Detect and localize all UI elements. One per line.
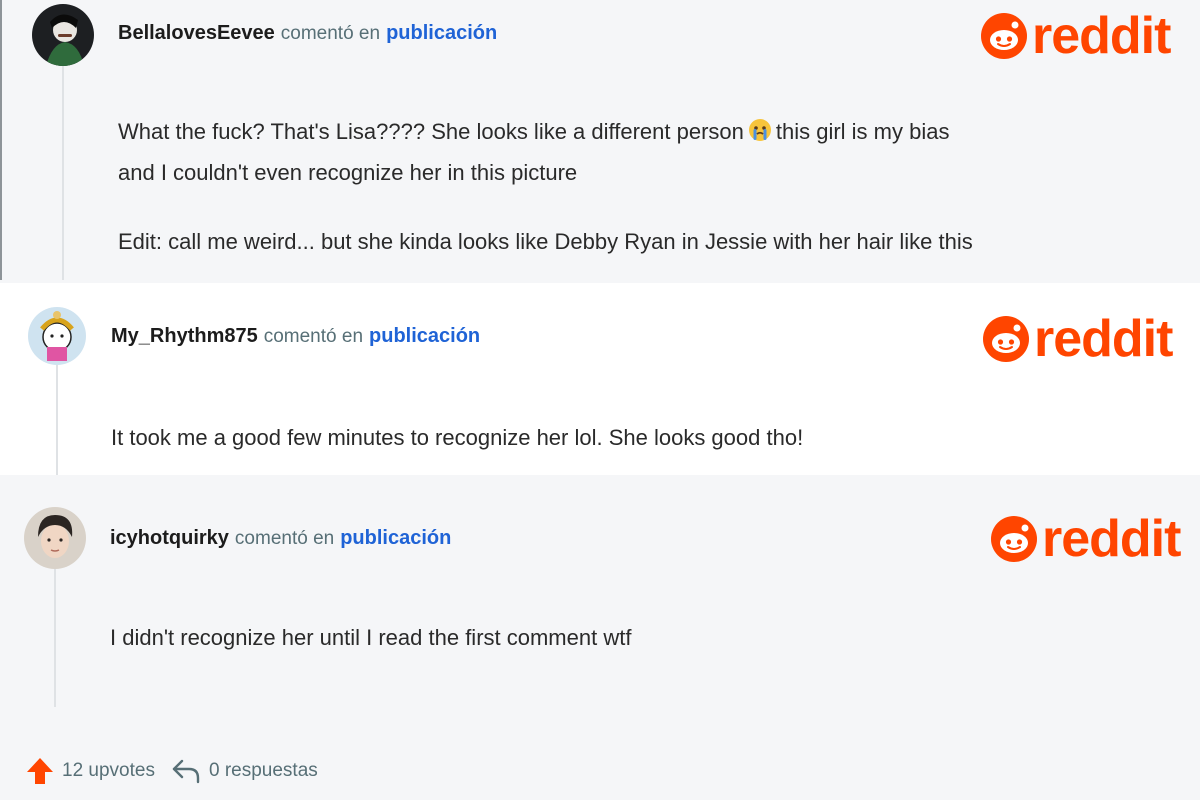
reddit-logo: reddit [980,7,1171,65]
reddit-wordmark: reddit [1032,7,1171,65]
commented-label: comentó en [280,23,381,44]
reply-button[interactable]: 0 respuestas [171,758,318,784]
comment-card-3: icyhotquirky comentó en publicación redd… [0,477,1200,800]
comment-text-line: It took me a good few minutes to recogni… [111,425,804,450]
reddit-logo: reddit [982,310,1173,368]
comment-text-line: I didn't recognize her until I read the … [110,625,632,650]
comment-text-part: this girl is my bias [775,119,950,144]
commented-label: comentó en [234,528,335,549]
thread-line [56,365,58,475]
avatar[interactable] [32,4,94,66]
comment-text-line: and I couldn't even recognize her in thi… [118,160,578,185]
comment-body: I didn't recognize her until I read the … [110,619,1170,657]
avatar[interactable] [28,307,86,365]
arrow-up-icon [27,758,53,784]
username[interactable]: My_Rhythm875 [111,325,258,348]
upvote-button[interactable]: 12 upvotes [26,756,155,786]
reddit-logo: reddit [990,510,1181,568]
thread-line [62,66,64,280]
thread-line [54,567,56,707]
reddit-snoo-icon [981,13,1027,59]
comment-card-2: My_Rhythm875 comentó en publicación redd… [0,283,1200,475]
comment-text-part: What the fuck? That's Lisa???? She looks… [118,119,744,144]
reply-arrow-icon [172,759,200,784]
username[interactable]: icyhotquirky [110,527,229,550]
reply-count: 0 respuestas [208,760,318,781]
post-link[interactable]: publicación [386,22,497,45]
comment-actions: 12 upvotes 0 respuestas [26,756,318,786]
comment-edit-line: Edit: call me weird... but she kinda loo… [118,229,973,254]
post-link[interactable]: publicación [340,527,451,550]
reddit-wordmark: reddit [1034,310,1173,368]
upvote-count: 12 upvotes [62,760,155,781]
post-link[interactable]: publicación [369,325,480,348]
reddit-snoo-icon [991,516,1037,562]
crying-face-icon [748,116,772,154]
avatar[interactable] [24,507,86,569]
comment-body: What the fuck? That's Lisa???? She looks… [118,113,1178,261]
comment-card-1: BellalovesEevee comentó en publicación r… [0,0,1200,280]
username[interactable]: BellalovesEevee [118,22,275,45]
comment-body: It took me a good few minutes to recogni… [111,419,1171,457]
reddit-wordmark: reddit [1042,510,1181,568]
reddit-snoo-icon [983,316,1029,362]
commented-label: comentó en [263,326,364,347]
